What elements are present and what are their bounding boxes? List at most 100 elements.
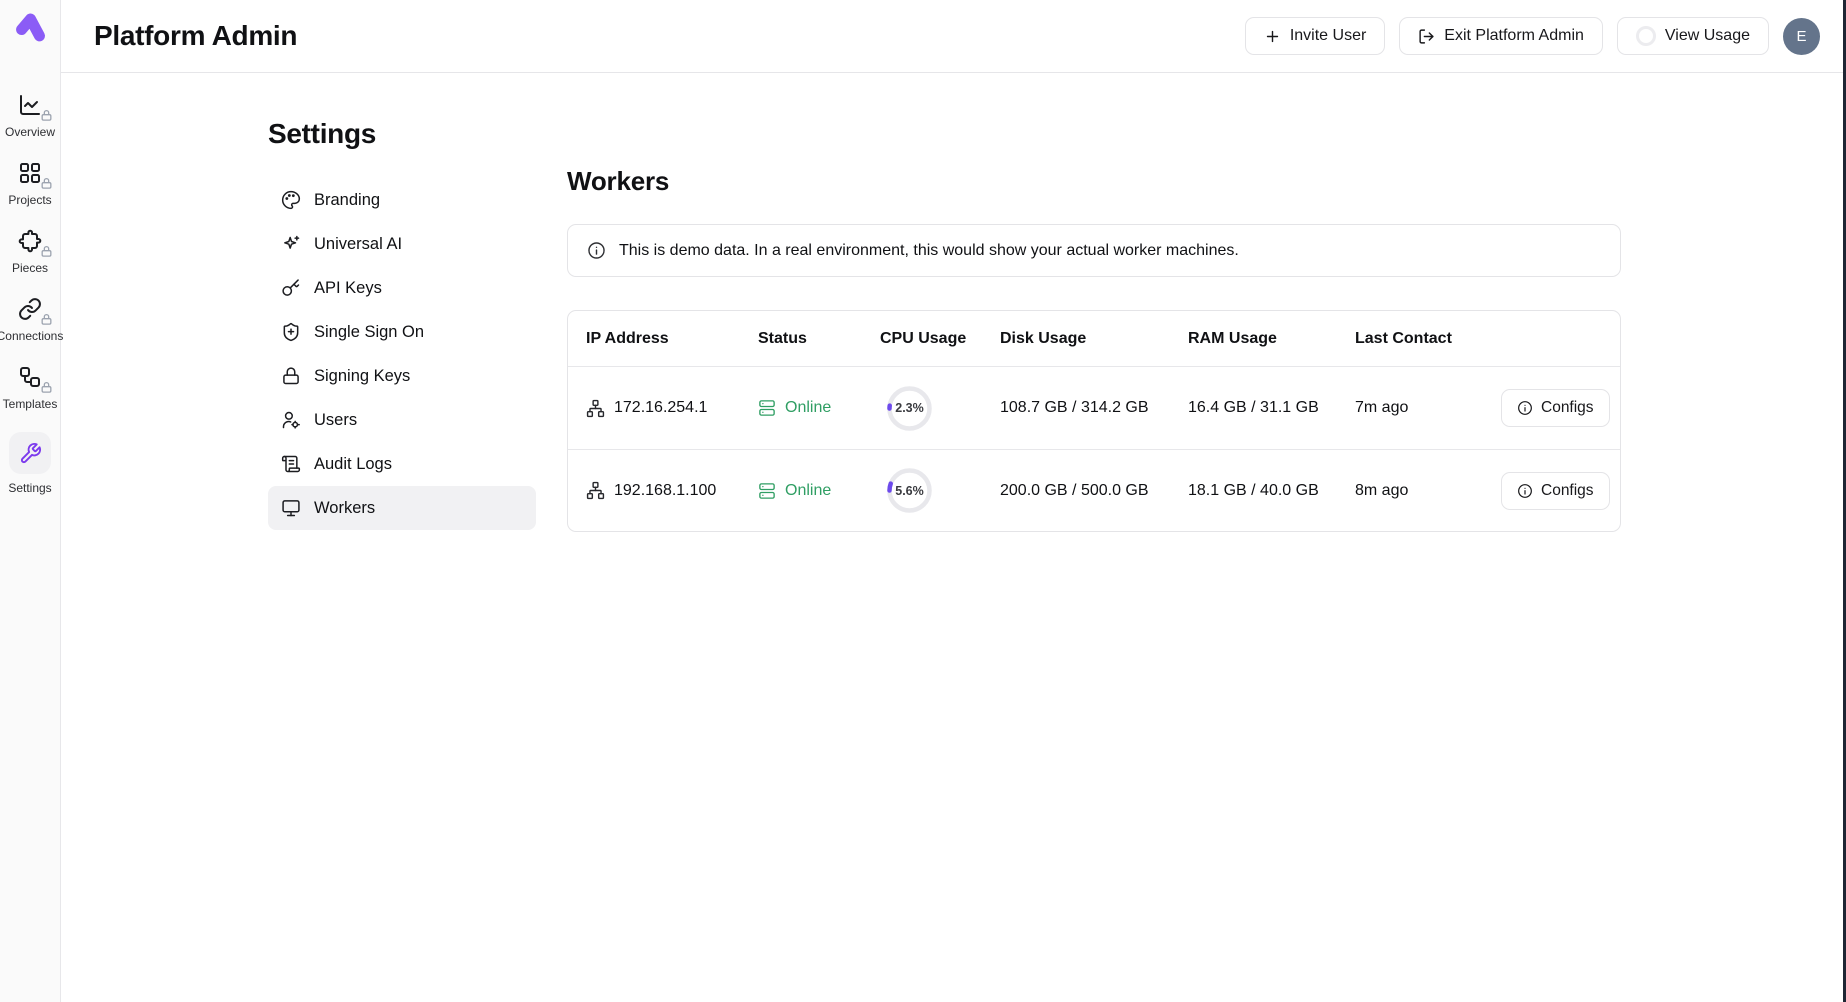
table-row: 192.168.1.100 Online 5.6% <box>568 449 1620 531</box>
actions-cell: Configs <box>1501 389 1610 427</box>
cpu-usage-value: 5.6% <box>886 467 933 514</box>
exit-platform-admin-label: Exit Platform Admin <box>1444 27 1584 45</box>
status-cell: Online <box>758 482 880 500</box>
cpu-usage-value: 2.3% <box>886 385 933 432</box>
last-contact: 8m ago <box>1355 482 1501 500</box>
info-icon <box>587 241 606 260</box>
ip-cell: 172.16.254.1 <box>586 399 758 418</box>
table-header-row: IP Address Status CPU Usage Disk Usage R… <box>568 311 1620 367</box>
logout-icon <box>1418 28 1435 45</box>
column-header-cpu: CPU Usage <box>880 330 1000 348</box>
settings-nav-label: API Keys <box>314 279 382 298</box>
invite-user-button[interactable]: Invite User <box>1245 17 1385 55</box>
workers-title: Workers <box>567 166 1621 197</box>
server-icon <box>758 482 776 500</box>
cpu-usage-ring: 5.6% <box>886 467 933 514</box>
settings-nav-label: Workers <box>314 499 375 518</box>
grid-icon <box>17 160 43 186</box>
palette-icon <box>281 190 301 210</box>
monitor-icon <box>281 498 301 518</box>
main-area: Platform Admin Invite User Exit Platform… <box>61 0 1846 1002</box>
settings-nav-audit-logs[interactable]: Audit Logs <box>268 442 536 486</box>
exit-platform-admin-button[interactable]: Exit Platform Admin <box>1399 17 1603 55</box>
cpu-cell: 2.3% <box>880 385 1000 432</box>
column-header-ip: IP Address <box>586 330 758 348</box>
settings-nav-api-keys[interactable]: API Keys <box>268 266 536 310</box>
table-row: 172.16.254.1 Online 2.3% <box>568 367 1620 449</box>
sparkles-icon <box>281 234 301 254</box>
sidebar-item-label: Overview <box>5 125 55 139</box>
lock-badge-icon <box>40 109 53 122</box>
lock-badge-icon <box>40 313 53 326</box>
activepieces-logo-icon[interactable] <box>9 8 51 50</box>
plus-icon <box>1264 28 1281 45</box>
column-header-ram: RAM Usage <box>1188 330 1355 348</box>
settings-page: Settings Branding Universal AI API Keys … <box>61 73 1846 532</box>
settings-nav: Branding Universal AI API Keys Single Si… <box>268 178 536 530</box>
view-usage-button[interactable]: View Usage <box>1617 17 1769 55</box>
settings-nav-signing-keys[interactable]: Signing Keys <box>268 354 536 398</box>
column-header-disk: Disk Usage <box>1000 330 1188 348</box>
puzzle-icon <box>17 228 43 254</box>
wrench-icon <box>9 432 51 474</box>
avatar[interactable]: E <box>1783 18 1820 55</box>
sidebar-nav: Overview Projects Pieces Connections <box>0 92 61 495</box>
configs-button[interactable]: Configs <box>1501 472 1610 510</box>
lock-badge-icon <box>40 177 53 190</box>
disk-usage: 200.0 GB / 500.0 GB <box>1000 482 1188 500</box>
settings-nav-label: Signing Keys <box>314 367 410 386</box>
settings-title: Settings <box>268 118 536 150</box>
cpu-cell: 5.6% <box>880 467 1000 514</box>
app-sidebar: Overview Projects Pieces Connections <box>0 0 61 1002</box>
link-icon <box>17 296 43 322</box>
settings-nav-label: Universal AI <box>314 235 402 254</box>
sidebar-item-label: Templates <box>3 397 58 411</box>
demo-data-notice-text: This is demo data. In a real environment… <box>619 242 1239 260</box>
settings-nav-label: Audit Logs <box>314 455 392 474</box>
settings-nav-label: Users <box>314 411 357 430</box>
configs-button[interactable]: Configs <box>1501 389 1610 427</box>
page-title: Platform Admin <box>94 20 297 52</box>
settings-nav-panel: Settings Branding Universal AI API Keys … <box>268 118 536 532</box>
column-header-last-contact: Last Contact <box>1355 330 1501 348</box>
status-badge: Online <box>785 399 831 417</box>
avatar-initial: E <box>1796 28 1806 45</box>
settings-nav-workers[interactable]: Workers <box>268 486 536 530</box>
sidebar-item-overview[interactable]: Overview <box>0 92 61 139</box>
server-icon <box>758 399 776 417</box>
network-icon <box>586 399 605 418</box>
workers-table: IP Address Status CPU Usage Disk Usage R… <box>567 310 1621 532</box>
sidebar-item-connections[interactable]: Connections <box>0 296 61 343</box>
configs-label: Configs <box>1541 399 1594 417</box>
ram-usage: 18.1 GB / 40.0 GB <box>1188 482 1355 500</box>
header-actions: Invite User Exit Platform Admin View Usa… <box>1245 17 1820 55</box>
app-header: Platform Admin Invite User Exit Platform… <box>61 0 1846 73</box>
network-icon <box>586 481 605 500</box>
cpu-usage-ring: 2.3% <box>886 385 933 432</box>
sidebar-item-label: Projects <box>8 193 51 207</box>
settings-nav-label: Branding <box>314 191 380 210</box>
actions-cell: Configs <box>1501 472 1610 510</box>
sidebar-item-label: Settings <box>8 481 51 495</box>
settings-nav-single-sign-on[interactable]: Single Sign On <box>268 310 536 354</box>
info-icon <box>1517 483 1533 499</box>
demo-data-notice: This is demo data. In a real environment… <box>567 224 1621 277</box>
workflow-icon <box>17 364 43 390</box>
sidebar-item-templates[interactable]: Templates <box>0 364 61 411</box>
sidebar-item-label: Connections <box>0 329 63 343</box>
sidebar-item-settings[interactable]: Settings <box>0 432 61 495</box>
sidebar-item-pieces[interactable]: Pieces <box>0 228 61 275</box>
lock-badge-icon <box>40 245 53 258</box>
settings-nav-users[interactable]: Users <box>268 398 536 442</box>
invite-user-label: Invite User <box>1290 27 1366 45</box>
status-badge: Online <box>785 482 831 500</box>
settings-nav-branding[interactable]: Branding <box>268 178 536 222</box>
configs-label: Configs <box>1541 482 1594 500</box>
ram-usage: 16.4 GB / 31.1 GB <box>1188 399 1355 417</box>
user-gear-icon <box>281 410 301 430</box>
scroll-icon <box>281 454 301 474</box>
key-icon <box>281 278 301 298</box>
lock-badge-icon <box>40 381 53 394</box>
sidebar-item-projects[interactable]: Projects <box>0 160 61 207</box>
settings-nav-universal-ai[interactable]: Universal AI <box>268 222 536 266</box>
